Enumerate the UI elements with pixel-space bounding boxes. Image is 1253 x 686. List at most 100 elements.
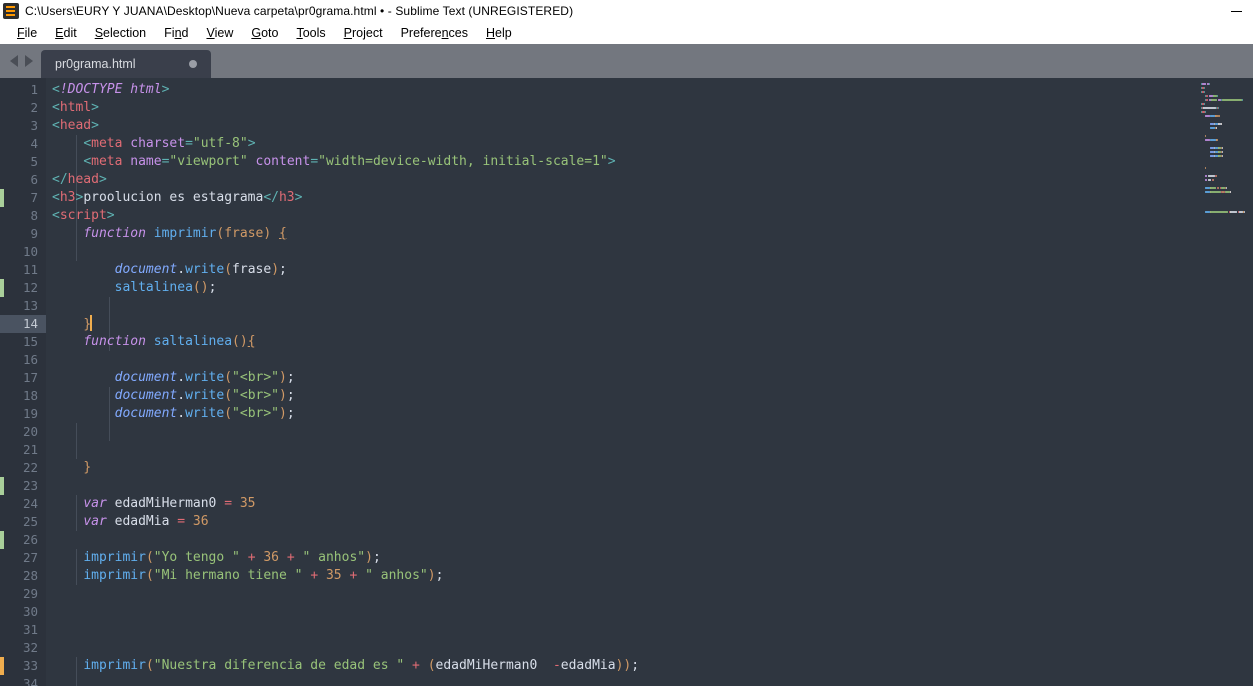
menu-item-edit[interactable]: Edit bbox=[46, 26, 86, 40]
line-number-8: 8 bbox=[30, 208, 38, 223]
line-number-3: 3 bbox=[30, 118, 38, 133]
tab-navigation bbox=[0, 44, 41, 78]
gutter-marker-added bbox=[0, 189, 4, 207]
line-number-25: 25 bbox=[22, 514, 38, 529]
arrow-right-icon[interactable] bbox=[25, 55, 33, 67]
line-number-16: 16 bbox=[22, 352, 38, 367]
line-number-22: 22 bbox=[22, 460, 38, 475]
line-number-23: 23 bbox=[0, 477, 46, 495]
code-line-14: } bbox=[83, 315, 93, 332]
line-number-30: 30 bbox=[22, 604, 38, 619]
gutter-marker-added bbox=[0, 531, 4, 549]
line-number-21: 21 bbox=[22, 442, 38, 457]
title-bar: C:\Users\EURY Y JUANA\Desktop\Nueva carp… bbox=[0, 0, 1253, 22]
line-number-12: 12 bbox=[0, 279, 46, 297]
line-number-2: 2 bbox=[30, 100, 38, 115]
code-minimap[interactable] bbox=[1200, 78, 1253, 686]
code-line-28: imprimir("Mi hermano tiene " + 35 + " an… bbox=[83, 568, 444, 583]
line-number-27: 27 bbox=[22, 550, 38, 565]
line-number-10: 10 bbox=[22, 244, 38, 259]
arrow-left-icon[interactable] bbox=[10, 55, 18, 67]
text-cursor bbox=[90, 315, 93, 331]
menu-item-selection[interactable]: Selection bbox=[86, 26, 155, 40]
line-number-32: 32 bbox=[22, 640, 38, 655]
tab-label: pr0grama.html bbox=[55, 57, 136, 71]
code-line-24: var edadMiHerman0 = 35 bbox=[83, 496, 256, 511]
line-number-19: 19 bbox=[22, 406, 38, 421]
menu-item-tools[interactable]: Tools bbox=[287, 26, 334, 40]
code-line-25: var edadMia = 36 bbox=[83, 514, 209, 529]
menu-item-help[interactable]: Help bbox=[477, 26, 521, 40]
line-number-1: 1 bbox=[30, 82, 38, 97]
line-number-24: 24 bbox=[22, 496, 38, 511]
code-line-17: document.write("<br>"); bbox=[114, 370, 295, 385]
minimize-icon bbox=[1230, 10, 1242, 12]
tab-bar: pr0grama.html bbox=[0, 44, 1253, 78]
line-number-gutter: 1 2 3 4 5 6 7 8 9 10 11 12 13 14 15 16 17 18 19 20 21 22 23 24 2… bbox=[0, 78, 46, 686]
code-line-7: <h3>proolucion es estagrama</h3> bbox=[52, 190, 303, 205]
minimize-button[interactable] bbox=[1219, 0, 1253, 22]
window-controls bbox=[1219, 0, 1253, 22]
line-number-7: 7 bbox=[0, 189, 46, 207]
gutter-marker-added bbox=[0, 477, 4, 495]
line-number-5: 5 bbox=[30, 154, 38, 169]
code-line-3: <head> bbox=[52, 118, 99, 133]
line-number-9: 9 bbox=[30, 226, 38, 241]
code-line-19: document.write("<br>"); bbox=[114, 406, 295, 421]
menu-bar: File Edit Selection Find View Goto Tools Projec… bbox=[0, 22, 1253, 44]
code-line-18: document.write("<br>"); bbox=[114, 388, 295, 403]
code-line-12: saltalinea(); bbox=[114, 280, 217, 295]
code-line-33: imprimir("Nuestra diferencia de edad es … bbox=[83, 658, 640, 673]
line-number-13: 13 bbox=[22, 298, 38, 313]
code-line-4: <meta charset="utf-8"> bbox=[83, 136, 256, 151]
menu-item-view[interactable]: View bbox=[197, 26, 242, 40]
sublime-text-logo-icon bbox=[3, 3, 19, 19]
line-number-14: 14 bbox=[0, 315, 46, 333]
line-number-29: 29 bbox=[22, 586, 38, 601]
minimap-line bbox=[1200, 214, 1253, 218]
line-number-17: 17 bbox=[22, 370, 38, 385]
gutter-marker-modified bbox=[0, 657, 4, 675]
code-line-9: function imprimir(frase) { bbox=[83, 226, 287, 241]
line-number-33: 33 bbox=[0, 657, 46, 675]
menu-item-project[interactable]: Project bbox=[335, 26, 392, 40]
editor-pane: 1 2 3 4 5 6 7 8 9 10 11 12 13 14 15 16 17 18 19 20 21 22 23 24 2… bbox=[0, 78, 1253, 686]
code-line-5: <meta name="viewport" content="width=dev… bbox=[83, 154, 616, 169]
code-area[interactable]: <!DOCTYPE html> <html> <head> <meta charse… bbox=[46, 78, 1200, 686]
line-number-18: 18 bbox=[22, 388, 38, 403]
code-line-11: document.write(frase); bbox=[114, 262, 287, 277]
line-number-15: 15 bbox=[22, 334, 38, 349]
code-line-1: <!DOCTYPE html> bbox=[52, 82, 170, 97]
menu-item-goto[interactable]: Goto bbox=[242, 26, 287, 40]
menu-item-file[interactable]: File bbox=[8, 26, 46, 40]
unsaved-changes-dot-icon bbox=[189, 60, 197, 68]
code-line-6: </head> bbox=[52, 172, 107, 187]
code-line-2: <html> bbox=[52, 100, 99, 115]
code-line-15: function saltalinea(){ bbox=[83, 334, 256, 349]
line-number-34: 34 bbox=[22, 676, 38, 686]
code-line-8: <script> bbox=[52, 208, 115, 223]
gutter-marker-added bbox=[0, 279, 4, 297]
menu-item-preferences[interactable]: Preferences bbox=[392, 26, 477, 40]
menu-item-find[interactable]: Find bbox=[155, 26, 197, 40]
line-number-31: 31 bbox=[22, 622, 38, 637]
line-number-6: 6 bbox=[30, 172, 38, 187]
line-number-26: 26 bbox=[0, 531, 46, 549]
editor-tab-pr0grama-html[interactable]: pr0grama.html bbox=[41, 50, 211, 78]
code-line-22: } bbox=[83, 460, 92, 475]
code-line-27: imprimir("Yo tengo " + 36 + " anhos"); bbox=[83, 550, 381, 565]
sublime-text-window: C:\Users\EURY Y JUANA\Desktop\Nueva carp… bbox=[0, 0, 1253, 686]
window-title: C:\Users\EURY Y JUANA\Desktop\Nueva carp… bbox=[25, 4, 574, 18]
line-number-11: 11 bbox=[22, 262, 38, 277]
